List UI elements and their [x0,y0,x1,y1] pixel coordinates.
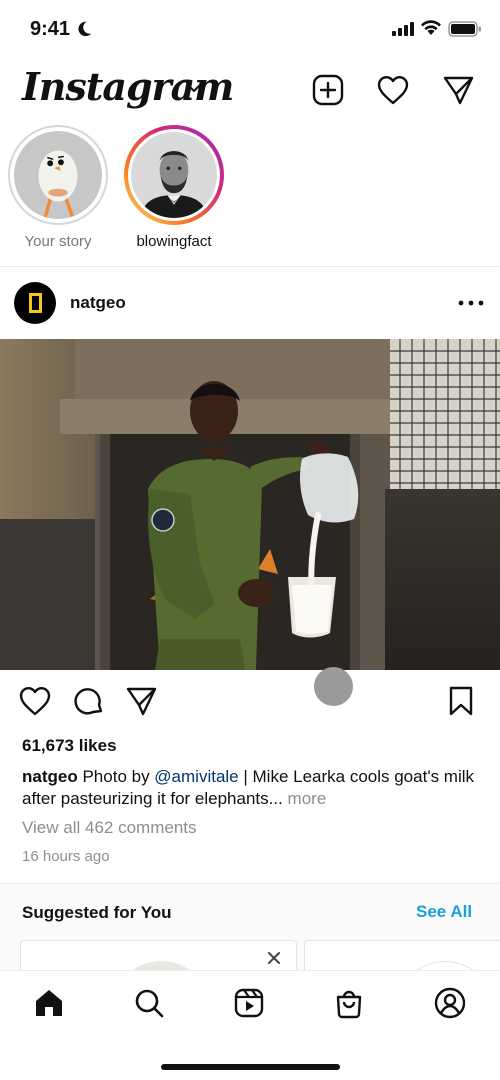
post-header: natgeo [0,268,500,338]
chevron-down-icon[interactable] [186,82,202,94]
bookmark-icon [449,686,473,716]
new-post-button[interactable] [310,72,346,108]
status-bar: 9:41 [0,0,500,60]
home-icon [36,990,62,1016]
new-post-icon [312,74,344,106]
app-header: Instagram [0,60,500,120]
comment-button[interactable] [70,682,108,720]
story-avatar-lincoln [131,132,217,218]
like-button[interactable] [16,682,54,720]
story-ring [8,125,108,225]
caption-text: Photo by [82,767,155,786]
tab-reels[interactable] [231,985,267,1021]
tab-shop[interactable] [331,985,367,1021]
see-all-link[interactable]: See All [416,902,472,922]
bottom-tab-bar [0,970,500,1080]
caption-mention[interactable]: @amivitale [154,767,238,786]
activity-button[interactable] [375,72,411,108]
likes-count[interactable]: 61,673 likes [22,736,117,756]
caption-username[interactable]: natgeo [22,767,78,786]
post-image[interactable] [0,339,500,670]
direct-message-icon [443,76,474,105]
direct-message-icon [126,687,157,716]
comment-icon [74,688,103,715]
post-username[interactable]: natgeo [70,293,126,313]
story-label: Your story [24,233,92,250]
tab-profile[interactable] [432,985,468,1021]
suggested-section: Suggested for You See All [0,883,500,980]
story-blowingfact[interactable]: blowingfact [119,125,229,250]
reels-icon [234,988,264,1018]
story-avatar-egg [14,131,102,219]
tab-home[interactable] [31,985,67,1021]
caption-more-link[interactable]: more [288,789,327,808]
tab-search[interactable] [131,985,167,1021]
story-ring [124,125,224,225]
home-indicator[interactable] [161,1064,340,1070]
post-caption: natgeo Photo by @amivitale | Mike Learka… [22,766,482,810]
shop-icon [336,990,362,1019]
profile-icon [434,987,466,1019]
moon-icon [78,21,92,37]
save-button[interactable] [442,682,480,720]
status-time: 9:41 [30,18,71,40]
stories-tray: Your story blowingfact [0,125,500,265]
heart-icon [377,76,409,105]
cellular-signal-icon [392,22,414,36]
post-actions [0,682,500,726]
story-label: blowingfact [136,233,212,250]
search-icon [135,989,164,1018]
natgeo-logo-icon [28,293,42,313]
divider [0,266,500,267]
post-avatar[interactable] [14,282,56,324]
view-comments-link[interactable]: View all 462 comments [22,818,197,838]
direct-messages-button[interactable] [440,72,476,108]
story-your-story[interactable]: Your story [3,125,113,250]
battery-icon [448,21,481,37]
suggested-title: Suggested for You [22,903,172,922]
wifi-icon [421,20,441,35]
share-button[interactable] [122,682,160,720]
close-icon[interactable] [267,951,281,965]
heart-icon [19,687,51,716]
post-timestamp: 16 hours ago [22,848,110,865]
more-options-icon[interactable] [456,296,486,310]
